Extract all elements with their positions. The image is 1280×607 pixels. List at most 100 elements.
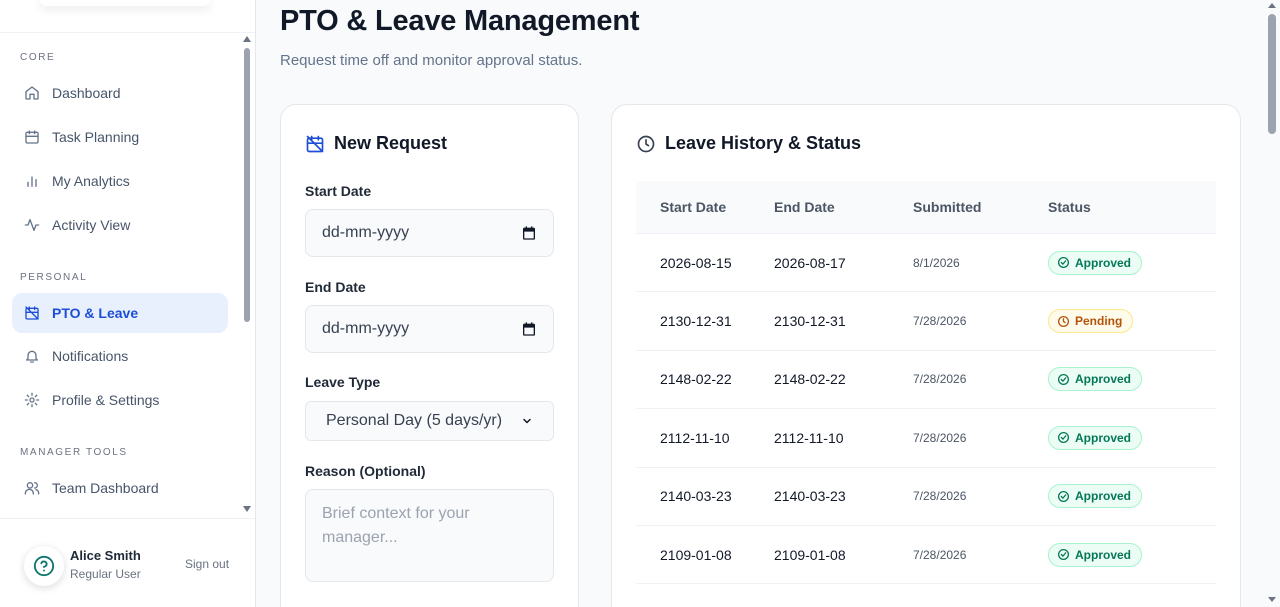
calendar-picker-icon[interactable] <box>521 225 537 241</box>
check-circle-icon <box>1057 256 1075 269</box>
sidebar-item-my-analytics[interactable]: My Analytics <box>12 161 228 201</box>
calendar-off-icon <box>306 135 324 152</box>
reason-textarea[interactable]: Brief context for your manager... <box>305 489 554 582</box>
cell-status: Pending <box>1048 309 1216 334</box>
sidebar-item-label: Team Dashboard <box>52 480 159 496</box>
calendar-picker-icon[interactable] <box>521 321 537 337</box>
new-request-card: New Request Start Date dd-mm-yyyy End Da… <box>280 104 579 607</box>
page-scroll-down-arrow[interactable] <box>1268 597 1276 602</box>
cell-end-date: 2109-01-08 <box>774 546 846 563</box>
new-request-title: New Request <box>305 133 447 154</box>
cell-submitted: 7/28/2026 <box>913 547 967 562</box>
table-row: 2112-11-10 2112-11-10 7/28/2026 Approved <box>636 409 1216 468</box>
avatar[interactable] <box>24 546 64 586</box>
sidebar-item-label: PTO & Leave <box>52 305 139 321</box>
leave-history-title: Leave History & Status <box>636 133 861 154</box>
sidebar-scroll-down-arrow[interactable] <box>243 506 251 512</box>
bell-icon <box>24 348 40 364</box>
sidebar-item-pto-leave[interactable]: PTO & Leave <box>12 293 228 333</box>
status-badge: Approved <box>1048 367 1143 392</box>
page-scrollbar-thumb[interactable] <box>1268 14 1276 134</box>
sidebar-item-label: Activity View <box>52 217 131 233</box>
cell-submitted: 8/1/2026 <box>913 255 960 270</box>
sidebar-logo-area <box>40 0 210 6</box>
sidebar-nav: CORE Dashboard Task Planning My Analytic… <box>0 33 255 518</box>
clock-icon <box>637 135 655 152</box>
user-role: Regular User <box>70 567 141 581</box>
sidebar-scroll-up-arrow[interactable] <box>243 36 251 42</box>
reason-label: Reason (Optional) <box>305 463 426 479</box>
gear-icon <box>24 392 40 408</box>
sign-out-link[interactable]: Sign out <box>185 557 229 571</box>
cell-end-date: 2140-03-23 <box>774 488 846 505</box>
sidebar-footer: Alice Smith Regular User Sign out <box>0 518 255 607</box>
cell-end-date: 2130-12-31 <box>774 313 846 330</box>
calendar-off-icon <box>24 305 40 321</box>
user-name: Alice Smith <box>70 548 141 563</box>
column-header-submitted: Submitted <box>913 199 982 215</box>
sidebar-item-label: Profile & Settings <box>52 392 160 408</box>
cell-status: Approved <box>1048 484 1216 509</box>
cell-start-date: 2148-02-22 <box>660 371 732 388</box>
start-date-label: Start Date <box>305 183 372 199</box>
column-header-status: Status <box>1048 199 1091 215</box>
page-subtitle: Request time off and monitor approval st… <box>280 52 583 69</box>
sidebar-item-label: My Analytics <box>52 173 130 189</box>
cell-end-date: 2148-02-22 <box>774 371 846 388</box>
section-label-personal: PERSONAL <box>20 272 88 283</box>
cell-submitted: 7/28/2026 <box>913 314 967 329</box>
status-badge: Approved <box>1048 484 1143 509</box>
sidebar-scrollbar-thumb[interactable] <box>244 48 250 322</box>
status-badge: Approved <box>1048 542 1143 567</box>
table-row: 2130-12-31 2130-12-31 7/28/2026 Pending <box>636 292 1216 351</box>
cell-end-date: 2112-11-10 <box>774 429 844 446</box>
sidebar-item-dashboard[interactable]: Dashboard <box>12 73 228 113</box>
calendar-icon <box>24 129 40 145</box>
page-scroll-up-arrow[interactable] <box>1268 3 1276 8</box>
column-header-end-date: End Date <box>774 199 835 215</box>
check-circle-icon <box>1057 373 1075 386</box>
sidebar-item-activity-view[interactable]: Activity View <box>12 205 228 245</box>
status-badge: Approved <box>1048 425 1143 450</box>
cell-start-date: 2109-01-08 <box>660 546 732 563</box>
check-circle-icon <box>1057 490 1075 503</box>
home-icon <box>24 85 40 101</box>
activity-icon <box>24 217 40 233</box>
cell-end-date: 2026-08-17 <box>774 254 846 271</box>
start-date-input[interactable]: dd-mm-yyyy <box>305 209 554 257</box>
users-icon <box>24 480 40 496</box>
sidebar-item-team-dashboard[interactable]: Team Dashboard <box>12 468 228 508</box>
check-circle-icon <box>1057 548 1075 561</box>
cell-start-date: 2026-08-15 <box>660 254 732 271</box>
table-row: 2026-08-15 2026-08-17 8/1/2026 Approved <box>636 234 1216 293</box>
sidebar-item-task-planning[interactable]: Task Planning <box>12 117 228 157</box>
cell-start-date: 2140-03-23 <box>660 488 732 505</box>
cell-status: Approved <box>1048 250 1216 275</box>
leave-type-label: Leave Type <box>305 374 381 390</box>
end-date-input[interactable]: dd-mm-yyyy <box>305 305 554 353</box>
sidebar-item-notifications[interactable]: Notifications <box>12 336 228 376</box>
clock-icon <box>1057 315 1075 328</box>
status-badge: Approved <box>1048 250 1143 275</box>
leave-history-card: Leave History & Status Start Date End Da… <box>611 104 1241 607</box>
bar-chart-icon <box>24 173 40 189</box>
sidebar-item-label: Task Planning <box>52 129 140 145</box>
status-badge: Pending <box>1048 309 1134 334</box>
table-header: Start Date End Date Submitted Status <box>636 181 1216 234</box>
cell-start-date: 2112-11-10 <box>660 429 730 446</box>
sidebar: CORE Dashboard Task Planning My Analytic… <box>0 0 256 607</box>
help-circle-icon <box>33 555 55 577</box>
sidebar-item-label: Notifications <box>52 348 129 364</box>
cell-submitted: 7/28/2026 <box>913 430 967 445</box>
leave-type-select[interactable]: Personal Day (5 days/yr) <box>305 401 554 441</box>
table-row: 2140-03-23 2140-03-23 7/28/2026 Approved <box>636 468 1216 526</box>
leave-history-table: Start Date End Date Submitted Status 202… <box>636 181 1216 585</box>
column-header-start-date: Start Date <box>660 199 727 215</box>
cell-submitted: 7/28/2026 <box>913 372 967 387</box>
section-label-manager-tools: MANAGER TOOLS <box>20 447 128 458</box>
cell-start-date: 2130-12-31 <box>660 313 732 330</box>
sidebar-item-profile-settings[interactable]: Profile & Settings <box>12 380 228 420</box>
cell-submitted: 7/28/2026 <box>913 489 967 504</box>
table-row: 2109-01-08 2109-01-08 7/28/2026 Approved <box>636 526 1216 585</box>
chevron-down-icon <box>523 418 531 424</box>
